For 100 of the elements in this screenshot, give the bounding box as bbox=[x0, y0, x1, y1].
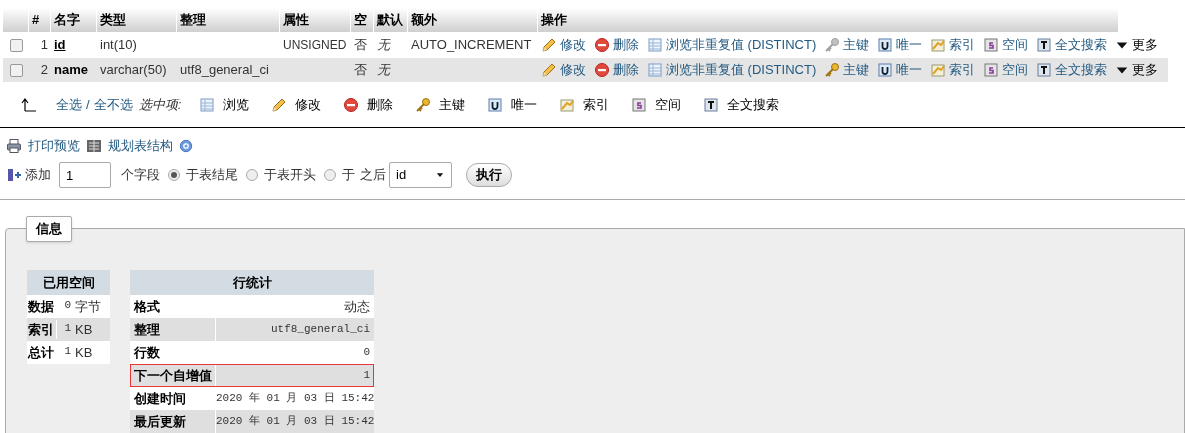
row-label: 总计 bbox=[27, 342, 57, 363]
column-header: 整理 bbox=[180, 11, 206, 30]
field-name: id bbox=[54, 37, 66, 53]
column-count-field[interactable]: 1 bbox=[59, 162, 111, 188]
help-icon bbox=[179, 139, 193, 153]
action-link[interactable]: 全文搜索 bbox=[1036, 35, 1108, 55]
panel-legend: 信息 bbox=[26, 216, 72, 242]
action-link[interactable]: 修改 bbox=[541, 35, 586, 55]
separator-text: / bbox=[86, 95, 90, 114]
space-unit: 字节 bbox=[75, 297, 101, 316]
action-link[interactable]: 空间 bbox=[983, 60, 1029, 80]
position-radio[interactable]: 于表结尾 bbox=[168, 165, 238, 185]
column-header: 空 bbox=[354, 11, 367, 30]
add-column-icon bbox=[6, 167, 22, 183]
table-structure-icon bbox=[86, 138, 102, 154]
table-icon bbox=[647, 37, 663, 53]
bulk-action-button[interactable]: 全文搜索 bbox=[703, 94, 780, 115]
add-label: 添加 bbox=[25, 166, 51, 185]
bulk-action-button[interactable]: 修改 bbox=[271, 94, 322, 115]
row-label: 索引 bbox=[27, 319, 57, 340]
fulltext-icon bbox=[1036, 37, 1053, 53]
fulltext-icon bbox=[703, 96, 720, 113]
printer-icon bbox=[6, 138, 22, 154]
action-link[interactable]: 唯一 bbox=[877, 35, 923, 55]
bulk-action-button[interactable]: 索引 bbox=[559, 94, 610, 115]
pencil-icon bbox=[541, 37, 557, 53]
space-unit: KB bbox=[75, 343, 93, 362]
field-default: 无 bbox=[377, 37, 390, 53]
deselect-all-link[interactable]: 全不选 bbox=[93, 94, 133, 115]
page-link[interactable]: 打印预览 bbox=[6, 136, 80, 156]
index-icon bbox=[930, 62, 947, 78]
action-link[interactable]: 删除 bbox=[594, 60, 639, 80]
table-icon bbox=[199, 96, 216, 113]
action-link[interactable]: 更多 bbox=[1115, 60, 1159, 80]
unit-label: 个字段 bbox=[121, 166, 160, 185]
action-link[interactable]: 浏览非重复值 (DISTINCT) bbox=[647, 35, 817, 55]
action-link[interactable]: 索引 bbox=[930, 35, 976, 55]
index-icon bbox=[559, 96, 576, 113]
table-icon bbox=[647, 62, 663, 78]
delete-icon bbox=[594, 62, 610, 78]
space-unit: KB bbox=[75, 320, 93, 339]
bulk-action-button[interactable]: 删除 bbox=[343, 94, 394, 115]
bulk-action-button[interactable]: 空间 bbox=[631, 94, 682, 115]
spatial-icon bbox=[983, 62, 1000, 78]
action-link[interactable]: 删除 bbox=[594, 35, 639, 55]
action-link[interactable]: 唯一 bbox=[877, 60, 923, 80]
action-link[interactable]: 修改 bbox=[541, 60, 586, 80]
after-label: 之后 bbox=[360, 166, 386, 185]
table-header: 已用空间 bbox=[27, 270, 110, 295]
stat-value: utf8_general_ci bbox=[269, 322, 371, 338]
key-icon bbox=[824, 37, 841, 53]
field-type: int(10) bbox=[100, 37, 137, 53]
action-link[interactable]: 更多 bbox=[1115, 35, 1159, 55]
action-link[interactable]: 空间 bbox=[983, 35, 1029, 55]
field-name: name bbox=[54, 62, 88, 78]
page-link[interactable]: 规划表结构 bbox=[86, 136, 173, 156]
go-button[interactable]: 执行 bbox=[466, 163, 512, 187]
select-all-link[interactable]: 全选 bbox=[56, 94, 82, 115]
action-link[interactable]: 索引 bbox=[930, 60, 976, 80]
row-number: 1 bbox=[40, 37, 48, 53]
stat-value: 0 bbox=[362, 345, 371, 361]
delete-icon bbox=[343, 96, 360, 113]
action-link[interactable]: 全文搜索 bbox=[1036, 60, 1108, 80]
action-link[interactable]: 浏览非重复值 (DISTINCT) bbox=[647, 60, 817, 80]
field-collation: utf8_general_ci bbox=[180, 62, 269, 78]
bulk-action-button[interactable]: 主键 bbox=[415, 94, 466, 115]
bulk-action-button[interactable]: 浏览 bbox=[199, 94, 250, 115]
action-link[interactable]: 主键 bbox=[824, 60, 870, 80]
row-label: 数据 bbox=[27, 296, 57, 317]
bulk-action-button[interactable]: 唯一 bbox=[487, 94, 538, 115]
column-header: 类型 bbox=[100, 11, 126, 30]
row-number: 2 bbox=[40, 62, 48, 78]
column-header: # bbox=[32, 11, 40, 30]
pencil-icon bbox=[271, 96, 288, 113]
row-label: 最后更新 bbox=[130, 410, 216, 433]
fulltext-icon bbox=[1036, 62, 1053, 78]
column-header: 名字 bbox=[54, 11, 80, 30]
spatial-icon bbox=[631, 96, 648, 113]
position-radio[interactable]: 于 bbox=[324, 165, 355, 185]
position-radio[interactable]: 于表开头 bbox=[246, 165, 316, 185]
stat-value: 2020 年 01 月 03 日 15:42 bbox=[216, 414, 376, 430]
field-null: 否 bbox=[354, 62, 367, 78]
unique-icon bbox=[877, 62, 894, 78]
space-value: 0 bbox=[63, 298, 72, 313]
unique-icon bbox=[877, 37, 894, 53]
spatial-icon bbox=[983, 37, 1000, 53]
stat-value: 1 bbox=[362, 368, 371, 384]
row-checkbox[interactable] bbox=[9, 38, 23, 52]
field-extra: AUTO_INCREMENT bbox=[411, 37, 532, 53]
stat-value: 2020 年 01 月 03 日 15:42 bbox=[216, 391, 376, 407]
field-type: varchar(50) bbox=[100, 62, 167, 78]
column-header: 默认 bbox=[377, 11, 403, 30]
table-header: 行统计 bbox=[130, 270, 374, 295]
column-select[interactable]: id bbox=[389, 162, 452, 188]
stat-value: 动态 bbox=[343, 297, 371, 316]
row-checkbox[interactable] bbox=[9, 63, 23, 77]
delete-icon bbox=[594, 37, 610, 53]
field-default: 无 bbox=[377, 62, 390, 78]
with-selected-label: 选中项: bbox=[138, 95, 182, 114]
pencil-icon bbox=[541, 62, 557, 78]
